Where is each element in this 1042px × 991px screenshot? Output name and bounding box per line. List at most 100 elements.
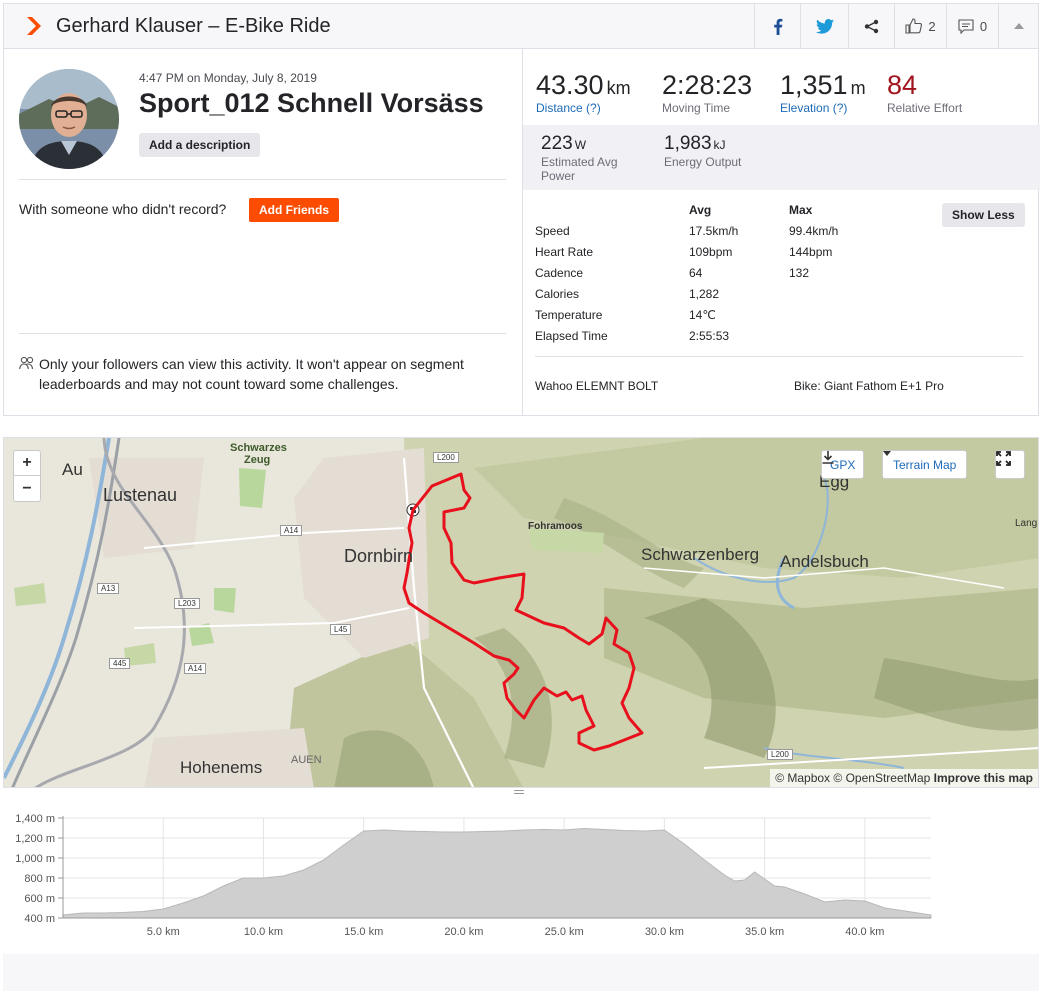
map-type-label: Terrain Map [893,457,957,472]
row-avg: 1,282 [689,287,720,301]
x-tick-label: 25.0 km [545,926,584,938]
row-label: Elapsed Time [535,329,608,343]
page-title: Gerhard Klauser – E-Bike Ride [56,14,331,37]
facebook-icon [773,18,782,35]
road-shield-445: 445 [109,658,131,669]
collapse-caret-icon [1013,23,1024,29]
x-tick-label: 30.0 km [645,926,684,938]
energy-stat: 1,983 kJ Energy Output [664,133,741,169]
facebook-share-button[interactable] [754,4,800,48]
power-label-line1: Estimated Avg [541,155,618,169]
x-tick-label: 15.0 km [344,926,383,938]
row-max: 132 [789,266,810,280]
road-shield-l45: L45 [330,624,352,635]
relative-effort-stat[interactable]: 84 Relative Effort [887,70,962,115]
row-label: Speed [535,224,570,238]
collapse-button[interactable] [998,4,1038,48]
energy-unit: kJ [713,138,726,152]
distance-label[interactable]: Distance (?) [536,101,631,115]
zoom-control: + − [13,450,41,502]
map-label-lang: Lang [1015,518,1038,529]
divider [535,356,1023,357]
add-friends-button[interactable]: Add Friends [249,198,340,222]
power-unit: W [574,138,587,152]
map-label-andelsbuch: Andelsbuch [780,552,869,571]
power-stat: 223 W Estimated Avg Power [541,133,618,183]
gpx-download-button[interactable]: GPX [821,450,865,479]
thumbs-up-icon [905,18,923,34]
fullscreen-button[interactable] [995,450,1025,479]
row-avg: 17.5km/h [689,224,739,238]
osm-attribution[interactable]: © OpenStreetMap [833,771,930,785]
avatar[interactable] [19,69,119,169]
relative-effort-label: Relative Effort [887,101,963,115]
zoom-out-button[interactable]: − [14,476,40,501]
table-row: Calories 1,282 [535,287,1025,308]
map-label-dornbirn: Dornbirn [344,546,414,566]
moving-time-value: 2:28:23 [662,70,753,100]
comment-count: 0 [979,18,988,34]
row-max: 99.4km/h [789,224,839,238]
map-label-lustenau: Lustenau [103,485,178,505]
activity-name: Sport_012 Schnell Vorsäss [139,88,484,118]
column-max: Max [789,203,813,217]
route-map[interactable]: Au Lustenau Schwarzes Zeug Dornbirn Fohr… [3,437,1039,788]
twitter-share-button[interactable] [800,4,848,48]
comment-icon [958,18,974,34]
x-tick-label: 35.0 km [745,926,784,938]
y-tick-label: 1,200 m [15,833,55,845]
privacy-notice: Only your followers can view this activi… [39,356,464,392]
table-row: Cadence 64 132 [535,266,1025,287]
map-label-zeug: Zeug [244,454,271,466]
secondary-stats: 223 W Estimated Avg Power 1,983 kJ Energy … [523,125,1040,190]
map-label-fohramoos: Fohramoos [528,521,583,532]
kudos-button[interactable]: 2 [894,4,946,48]
improve-map-link[interactable]: Improve this map [934,771,1033,785]
bike-name[interactable]: Bike: Giant Fathom E+1 Pro [794,379,944,393]
divider [19,179,506,180]
map-attribution: © Mapbox © OpenStreetMap Improve this ma… [770,769,1038,787]
column-avg: Avg [689,203,712,217]
elevation-stat: 1,351 m Elevation (?) [780,70,866,115]
download-icon [822,451,834,464]
show-less-button[interactable]: Show Less [942,203,1025,227]
activity-header: Gerhard Klauser – E-Bike Ride 2 0 [3,3,1039,49]
row-label: Heart Rate [535,245,594,259]
kudos-count: 2 [928,18,936,34]
power-label-line2: Power [541,169,576,183]
elevation-unit: m [850,78,866,98]
comment-button[interactable]: 0 [946,4,998,48]
distance-unit: km [606,78,631,98]
zoom-in-button[interactable]: + [14,451,40,476]
table-row: Heart Rate 109bpm 144bpm [535,245,1025,266]
row-avg: 14℃ [689,308,716,322]
mapbox-attribution[interactable]: © Mapbox [775,771,830,785]
resize-handle-icon[interactable] [512,789,526,795]
distance-stat: 43.30 km Distance (?) [536,70,631,115]
moving-time-label: Moving Time [662,101,731,115]
strava-chevron-icon [27,17,41,35]
map-type-dropdown[interactable]: Terrain Map [882,450,968,479]
x-tick-label: 40.0 km [845,926,884,938]
activity-datetime: 4:47 PM on Monday, July 8, 2019 [139,71,317,85]
row-label: Calories [535,287,580,301]
elevation-chart[interactable]: 400 m 600 m 800 m 1,000 m 1,200 m 1,400 m 5.0 … [3,796,1039,954]
road-shield-a14: A14 [184,663,207,674]
activity-summary-panel: 4:47 PM on Monday, July 8, 2019 Sport_01… [3,48,1040,416]
map-label-schwarzes: Schwarzes [230,442,287,454]
add-description-button[interactable]: Add a description [139,133,261,157]
row-avg: 2:55:53 [689,329,730,343]
x-tick-label: 10.0 km [244,926,283,938]
road-shield-a13: A13 [97,583,120,594]
share-button[interactable] [848,4,894,48]
power-value: 223 [541,133,573,154]
divider [19,333,506,334]
elevation-area [62,827,932,919]
relative-effort-value: 84 [887,70,918,100]
activity-details: 4:47 PM on Monday, July 8, 2019 Sport_01… [4,48,523,415]
row-label: Temperature [535,308,603,322]
distance-value: 43.30 [536,70,604,100]
road-shield-l200: L200 [433,452,459,463]
y-tick-label: 800 m [24,873,55,885]
elevation-label[interactable]: Elevation (?) [780,101,866,115]
